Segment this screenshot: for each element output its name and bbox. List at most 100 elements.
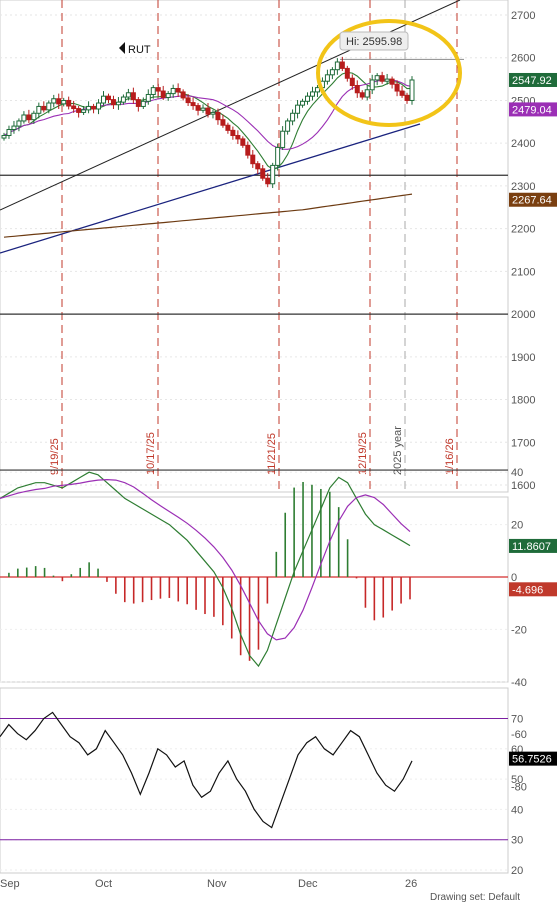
- candle-body: [155, 87, 161, 92]
- candle-body: [175, 87, 181, 93]
- macd-tick-label: -20: [511, 624, 527, 636]
- candle-body: [61, 99, 67, 105]
- candle-body: [101, 95, 107, 104]
- x-axis: Sep Oct Nov Dec 26: [0, 878, 417, 890]
- candle-body: [81, 109, 87, 113]
- candle-body: [270, 164, 276, 185]
- candle-body: [329, 69, 335, 76]
- price-tick-label: 1900: [511, 352, 535, 364]
- rut-chart: 9/19/25 10/17/25 11/21/25 12/19/25 2025 year…: [0, 0, 557, 890]
- candle-body: [250, 154, 256, 165]
- candle-body: [16, 120, 22, 127]
- candle-body: [56, 98, 62, 105]
- candle-body: [324, 74, 330, 82]
- date-label: 11/21/25: [266, 433, 278, 475]
- candle-body: [364, 89, 370, 98]
- x-tick-label: Sep: [0, 878, 20, 890]
- price-tick-label: 2200: [511, 224, 535, 236]
- candle-body: [245, 144, 251, 156]
- price-tick-label: 1800: [511, 395, 535, 407]
- candle-body: [265, 177, 271, 185]
- price-tick-label: 2100: [511, 266, 535, 278]
- candle-body: [160, 90, 166, 98]
- candle-body: [200, 107, 206, 111]
- price-axis: 1600170018001900200021002200230024002500…: [509, 10, 557, 492]
- candle-body: [280, 130, 286, 148]
- candle-body: [369, 79, 375, 91]
- candle-body: [359, 92, 365, 98]
- candle-body: [260, 168, 266, 179]
- price-tick-label: 1700: [511, 437, 535, 449]
- rsi-panel-frame: [0, 687, 509, 874]
- candle-body: [255, 163, 261, 170]
- candle-body: [339, 61, 345, 69]
- price-badge-label: 2479.04: [512, 104, 552, 116]
- rsi-tick-label: 20: [511, 865, 523, 877]
- date-label: 2025 year: [392, 426, 404, 475]
- candle-body: [295, 104, 301, 114]
- candle-body: [66, 99, 72, 107]
- candle-body: [409, 79, 415, 101]
- candle-body: [185, 97, 191, 104]
- x-tick-label: Oct: [95, 878, 112, 890]
- price-tick-label: 2400: [511, 138, 535, 150]
- rsi-badge-label: 56.7526: [512, 754, 552, 766]
- rsi-tick-label: 40: [511, 804, 523, 816]
- candle-body: [145, 93, 151, 102]
- rsi-panel: 20304050607056.7526: [0, 687, 557, 877]
- candle-body: [130, 92, 136, 101]
- candle-body: [91, 105, 97, 110]
- candle-body: [36, 105, 42, 114]
- x-tick-label: Dec: [298, 878, 318, 890]
- candle-body: [11, 125, 17, 131]
- candle-body: [210, 111, 216, 115]
- rsi-tick-label: 70: [511, 714, 523, 726]
- candle-body: [1, 134, 7, 139]
- candle-body: [71, 105, 77, 110]
- price-tick-label: 1600: [511, 480, 535, 492]
- candle-body: [150, 87, 156, 95]
- candle-body: [26, 114, 32, 121]
- candle-body: [165, 93, 171, 98]
- candle-body: [300, 100, 306, 106]
- price-tick-label: 2700: [511, 10, 535, 22]
- candle-body: [41, 105, 47, 111]
- macd-tick-label: -40: [511, 677, 527, 689]
- candle-body: [290, 112, 296, 122]
- candle-body: [309, 91, 315, 97]
- candle-body: [235, 134, 241, 140]
- candle-body: [305, 95, 311, 102]
- candle-body: [115, 101, 121, 106]
- candle-body: [76, 108, 82, 113]
- drawing-set-label: Drawing set: Default: [430, 892, 521, 903]
- candle-body: [334, 61, 340, 71]
- candle-body: [31, 112, 37, 121]
- rsi-tick-label: 50: [511, 774, 523, 786]
- rsi-tick-label: 30: [511, 835, 523, 847]
- price-tick-label: 2300: [511, 181, 535, 193]
- candle-body: [120, 96, 126, 103]
- candle-body: [195, 105, 201, 111]
- candle-body: [180, 91, 186, 99]
- candle-body: [379, 75, 385, 82]
- macd-tick-label: -60: [511, 729, 527, 741]
- candle-body: [46, 102, 52, 111]
- candle-body: [344, 67, 350, 79]
- candle-body: [125, 92, 131, 98]
- candle-body: [384, 78, 390, 82]
- candle-body: [86, 105, 92, 111]
- candle-body: [96, 102, 102, 110]
- candle-body: [354, 85, 360, 94]
- candle-body: [285, 120, 291, 132]
- candle-body: [135, 99, 141, 107]
- price-badge-label: 2267.64: [512, 195, 552, 207]
- symbol-label: RUT: [128, 44, 151, 56]
- candle-body: [51, 98, 57, 104]
- candle-body: [205, 107, 211, 115]
- price-panel: 9/19/25 10/17/25 11/21/25 12/19/25 2025 year…: [0, 0, 557, 493]
- candle-body: [230, 129, 236, 136]
- candle-body: [6, 129, 12, 136]
- date-label: 10/17/25: [145, 432, 157, 475]
- price-panel-frame: [0, 0, 509, 493]
- candle-body: [140, 100, 146, 107]
